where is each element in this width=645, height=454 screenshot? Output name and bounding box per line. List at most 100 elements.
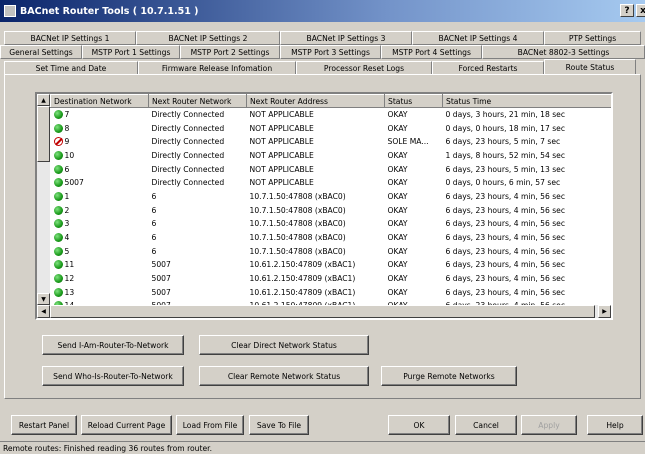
status-text: Remote routes: Finished reading 36 route…	[3, 443, 212, 453]
restart-panel-button[interactable]: Restart Panel	[11, 415, 77, 435]
cell-destination-network: 5	[51, 244, 149, 258]
tab-bacnet-ip-3[interactable]: BACNet IP Settings 3	[280, 31, 412, 45]
col-next-router-network[interactable]: Next Router Network	[148, 94, 247, 108]
cell-next-router-address: NOT APPLICABLE	[249, 137, 314, 147]
cell-status-time: 0 days, 3 hours, 21 min, 18 sec	[445, 110, 566, 120]
purge-remote-networks-button[interactable]: Purge Remote Networks	[381, 366, 517, 386]
table-row[interactable]: 4 6 10.7.1.50:47808 (xBAC0) OKAY 6 days, 23 …	[51, 231, 612, 245]
clear-direct-status-button[interactable]: Clear Direct Network Status	[199, 335, 369, 355]
cell-destination-network: 3	[51, 217, 149, 231]
col-destination-network[interactable]: Destination Network	[50, 94, 149, 108]
clear-remote-status-button[interactable]: Clear Remote Network Status	[199, 366, 369, 386]
table-row[interactable]: 7 Directly Connected NOT APPLICABLE OKAY 0 d…	[51, 108, 612, 122]
network-number: 5	[64, 246, 70, 256]
col-next-router-address[interactable]: Next Router Address	[246, 94, 385, 108]
cell-destination-network: 5007	[51, 176, 149, 190]
cell-status: OKAY	[387, 246, 408, 256]
tab-mstp-2[interactable]: MSTP Port 2 Settings	[180, 45, 280, 59]
cancel-button[interactable]: Cancel	[455, 415, 517, 435]
close-icon[interactable]: x	[636, 4, 645, 17]
ok-button[interactable]: OK	[388, 415, 450, 435]
cell-status-time: 1 days, 8 hours, 52 min, 54 sec	[445, 150, 566, 160]
table-row[interactable]: 11 5007 10.61.2.150:47809 (xBAC1) OKAY 6 day…	[51, 258, 612, 272]
send-i-am-router-button[interactable]: Send I-Am-Router-To-Network	[42, 335, 184, 355]
cell-next-router-network: Directly Connected	[151, 137, 225, 147]
ok-status-icon	[53, 164, 63, 174]
cell-status-time: 6 days, 23 hours, 4 min, 56 sec	[445, 287, 566, 297]
window-title: BACnet Router Tools ( 10.7.1.51 )	[20, 5, 199, 17]
table-row[interactable]: 6 Directly Connected NOT APPLICABLE OKAY 6 d…	[51, 162, 612, 176]
network-number: 7	[64, 110, 70, 120]
help-button[interactable]: Help	[587, 415, 643, 435]
tab-forced-restarts[interactable]: Forced Restarts	[432, 61, 544, 75]
table-row[interactable]: 10 Directly Connected NOT APPLICABLE OKAY 1 …	[51, 149, 612, 163]
help-icon[interactable]: ?	[620, 4, 634, 17]
cell-next-router-network: 6	[151, 205, 157, 215]
network-number: 12	[64, 274, 75, 284]
cell-next-router-address: NOT APPLICABLE	[249, 164, 314, 174]
scroll-up-icon[interactable]: ▲	[37, 94, 50, 106]
scroll-down-icon[interactable]: ▼	[37, 293, 50, 305]
tab-processor-reset-logs[interactable]: Processor Reset Logs	[296, 61, 432, 75]
cell-status-time: 6 days, 23 hours, 5 min, 7 sec	[445, 137, 561, 147]
route-grid: Destination Network Next Router Network …	[50, 94, 611, 305]
load-from-file-button[interactable]: Load From File	[176, 415, 244, 435]
horizontal-scrollbar[interactable]: ◀ ▶	[37, 305, 611, 318]
col-status[interactable]: Status	[384, 94, 443, 108]
ok-status-icon	[53, 274, 63, 284]
table-row[interactable]: 12 5007 10.61.2.150:47809 (xBAC1) OKAY 6 day…	[51, 272, 612, 286]
vertical-scroll-thumb[interactable]	[37, 106, 50, 162]
error-status-icon	[53, 137, 63, 147]
table-row[interactable]: 8 Directly Connected NOT APPLICABLE OKAY 0 d…	[51, 121, 612, 135]
table-row[interactable]: 3 6 10.7.1.50:47808 (xBAC0) OKAY 6 days, 23 …	[51, 217, 612, 231]
tab-mstp-1[interactable]: MSTP Port 1 Settings	[82, 45, 180, 59]
tab-bacnet-ip-1[interactable]: BACNet IP Settings 1	[4, 31, 136, 45]
cell-status: OKAY	[387, 205, 408, 215]
cell-next-router-network: 5007	[151, 274, 171, 284]
save-to-file-button[interactable]: Save To File	[249, 415, 309, 435]
table-row[interactable]: 5 6 10.7.1.50:47808 (xBAC0) OKAY 6 days, 23 …	[51, 244, 612, 258]
scroll-left-icon[interactable]: ◀	[37, 305, 50, 318]
reload-page-button[interactable]: Reload Current Page	[81, 415, 172, 435]
network-number: 3	[64, 219, 70, 229]
table-header: Destination Network Next Router Network …	[50, 94, 611, 108]
tab-route-status[interactable]: Route Status	[544, 59, 636, 75]
cell-status-time: 0 days, 0 hours, 18 min, 17 sec	[445, 123, 566, 133]
tab-bacnet-ip-4[interactable]: BACNet IP Settings 4	[412, 31, 544, 45]
cell-status-time: 6 days, 23 hours, 4 min, 56 sec	[445, 191, 566, 201]
horizontal-scroll-thumb[interactable]	[50, 305, 595, 318]
table-row[interactable]: 9 Directly Connected NOT APPLICABLE SOLE MA…	[51, 135, 612, 149]
table-row[interactable]: 13 5007 10.61.2.150:47809 (xBAC1) OKAY 6 day…	[51, 285, 612, 299]
cell-next-router-network: 6	[151, 233, 157, 243]
cell-status-time: 0 days, 0 hours, 6 min, 57 sec	[445, 178, 561, 188]
tab-ptp-settings[interactable]: PTP Settings	[544, 31, 641, 45]
tab-set-time-date[interactable]: Set Time and Date	[4, 61, 138, 75]
scroll-right-icon[interactable]: ▶	[598, 305, 611, 318]
ok-status-icon	[53, 191, 63, 201]
table-row[interactable]: 5007 Directly Connected NOT APPLICABLE OKAY…	[51, 176, 612, 190]
cell-destination-network: 13	[51, 285, 149, 299]
table-row[interactable]: 2 6 10.7.1.50:47808 (xBAC0) OKAY 6 days, 23 …	[51, 203, 612, 217]
send-who-is-router-button[interactable]: Send Who-Is-Router-To-Network	[42, 366, 184, 386]
cell-status-time: 6 days, 23 hours, 4 min, 56 sec	[445, 246, 566, 256]
tab-bacnet-ip-2[interactable]: BACNet IP Settings 2	[136, 31, 280, 45]
col-status-time[interactable]: Status Time	[442, 94, 611, 108]
cell-status: OKAY	[387, 274, 408, 284]
tab-firmware-release[interactable]: Firmware Release Infomation	[138, 61, 296, 75]
cell-next-router-address: NOT APPLICABLE	[249, 178, 314, 188]
cell-destination-network: 7	[51, 108, 149, 122]
cell-next-router-network: Directly Connected	[151, 150, 225, 160]
cell-next-router-network: Directly Connected	[151, 164, 225, 174]
cell-next-router-address: NOT APPLICABLE	[249, 110, 314, 120]
cell-next-router-address: 10.7.1.50:47808 (xBAC0)	[249, 191, 346, 201]
cell-next-router-address: 10.7.1.50:47808 (xBAC0)	[249, 246, 346, 256]
vertical-scrollbar[interactable]: ▲ ▼	[37, 94, 50, 305]
tab-general-settings[interactable]: General Settings	[0, 45, 82, 59]
cell-status: OKAY	[387, 150, 408, 160]
table-row[interactable]: 1 6 10.7.1.50:47808 (xBAC0) OKAY 6 days, 23 …	[51, 190, 612, 204]
cell-destination-network: 8	[51, 121, 149, 135]
cell-status-time: 6 days, 23 hours, 4 min, 56 sec	[445, 274, 566, 284]
tab-mstp-3[interactable]: MSTP Port 3 Settings	[280, 45, 381, 59]
tab-bacnet-8802[interactable]: BACNet 8802-3 Settings	[482, 45, 645, 59]
tab-mstp-4[interactable]: MSTP Port 4 Settings	[381, 45, 482, 59]
